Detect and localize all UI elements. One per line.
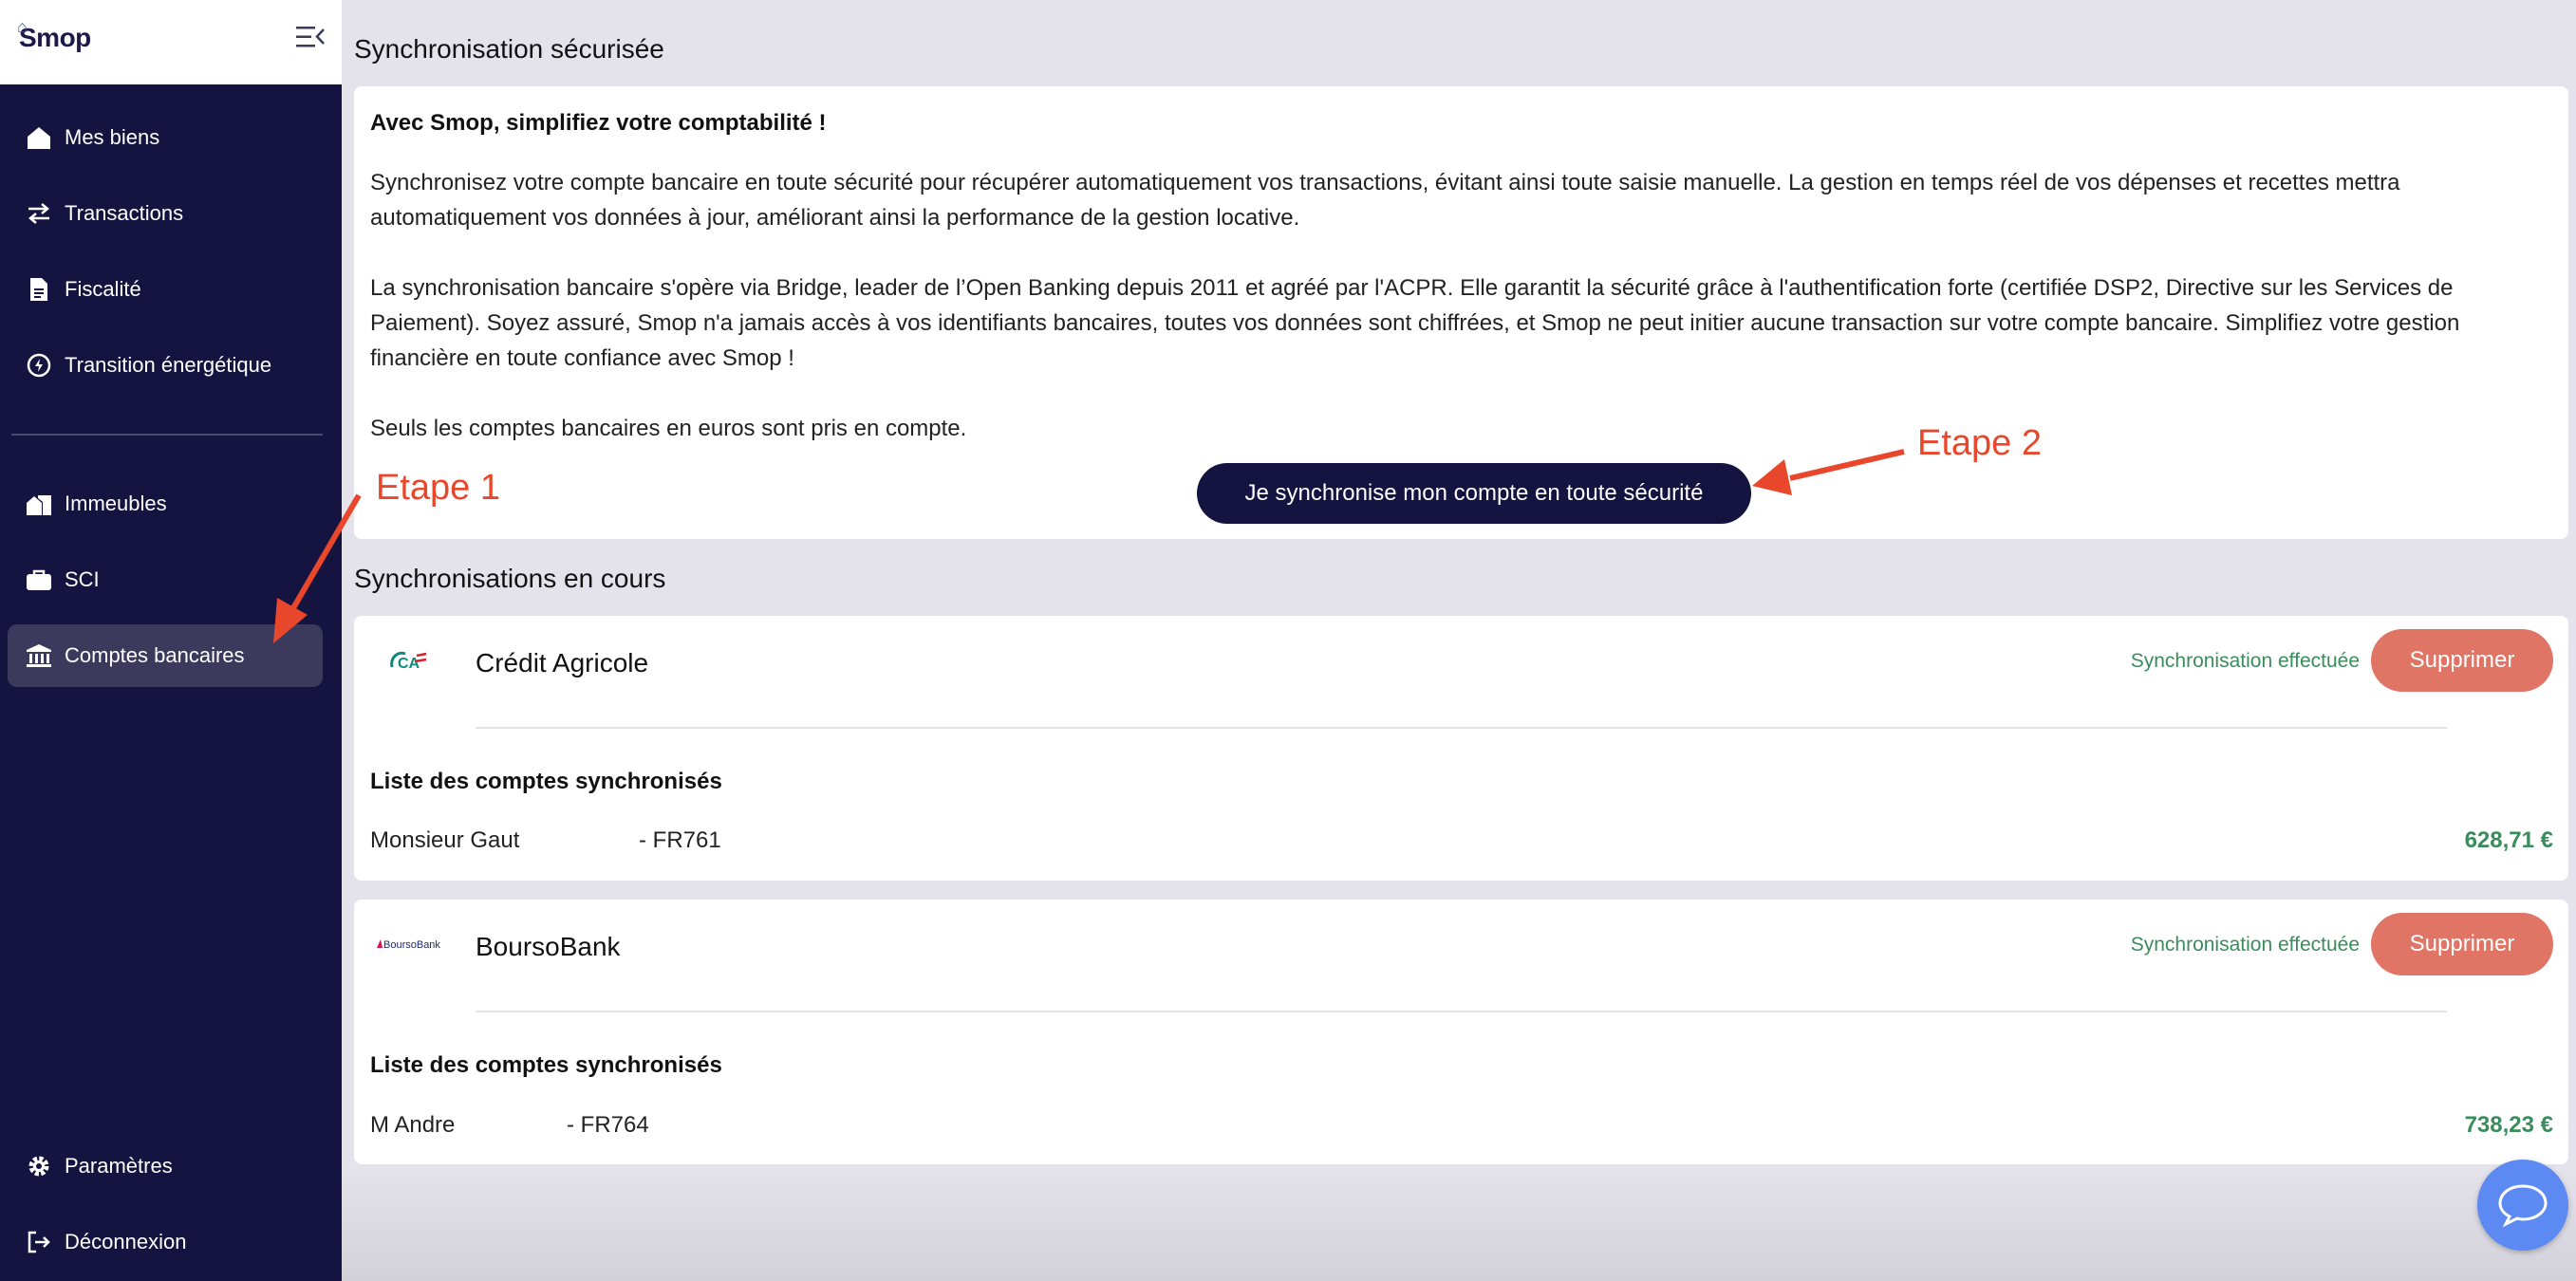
annotation-arrows (273, 449, 1905, 643)
chat-bubble-icon (2498, 1184, 2548, 1228)
chat-button[interactable] (2477, 1160, 2568, 1251)
arrow-step-2 (1752, 449, 1905, 495)
arrow-step-1 (273, 493, 362, 643)
